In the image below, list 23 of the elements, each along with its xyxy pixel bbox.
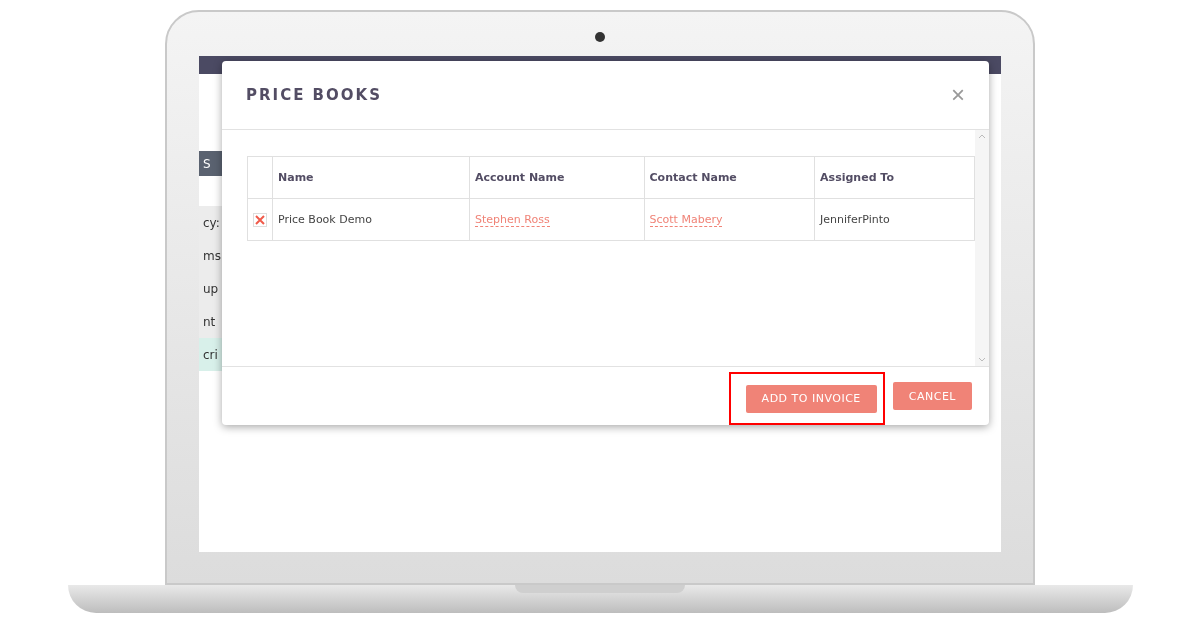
- field-label: cri: [203, 347, 218, 362]
- remove-icon[interactable]: [253, 212, 267, 227]
- column-header: Account Name: [469, 156, 645, 199]
- field-label: S: [203, 156, 211, 171]
- column-header: Contact Name: [644, 156, 815, 199]
- close-button[interactable]: ×: [951, 81, 965, 109]
- scroll-down-icon[interactable]: [978, 357, 986, 362]
- field-label: cy:: [203, 215, 220, 230]
- dialog-title: PRICE BOOKS: [246, 86, 382, 104]
- field-label: nt: [203, 314, 216, 329]
- add-to-invoice-button[interactable]: ADD TO INVOICE: [745, 384, 877, 413]
- column-header: Assigned To: [814, 156, 975, 199]
- scrollbar[interactable]: [975, 130, 989, 366]
- camera-icon: [595, 32, 605, 42]
- record-link[interactable]: Scott Mabery: [649, 213, 723, 227]
- column-header: Name: [272, 156, 470, 199]
- table-cell: Price Book Demo: [272, 198, 470, 241]
- scroll-up-icon[interactable]: [978, 134, 986, 139]
- field-label: up: [203, 281, 219, 296]
- field-label: ms: [203, 248, 221, 263]
- cancel-button[interactable]: CANCEL: [892, 382, 972, 410]
- record-link[interactable]: Stephen Ross: [475, 213, 550, 227]
- table-cell: JenniferPinto: [814, 198, 975, 241]
